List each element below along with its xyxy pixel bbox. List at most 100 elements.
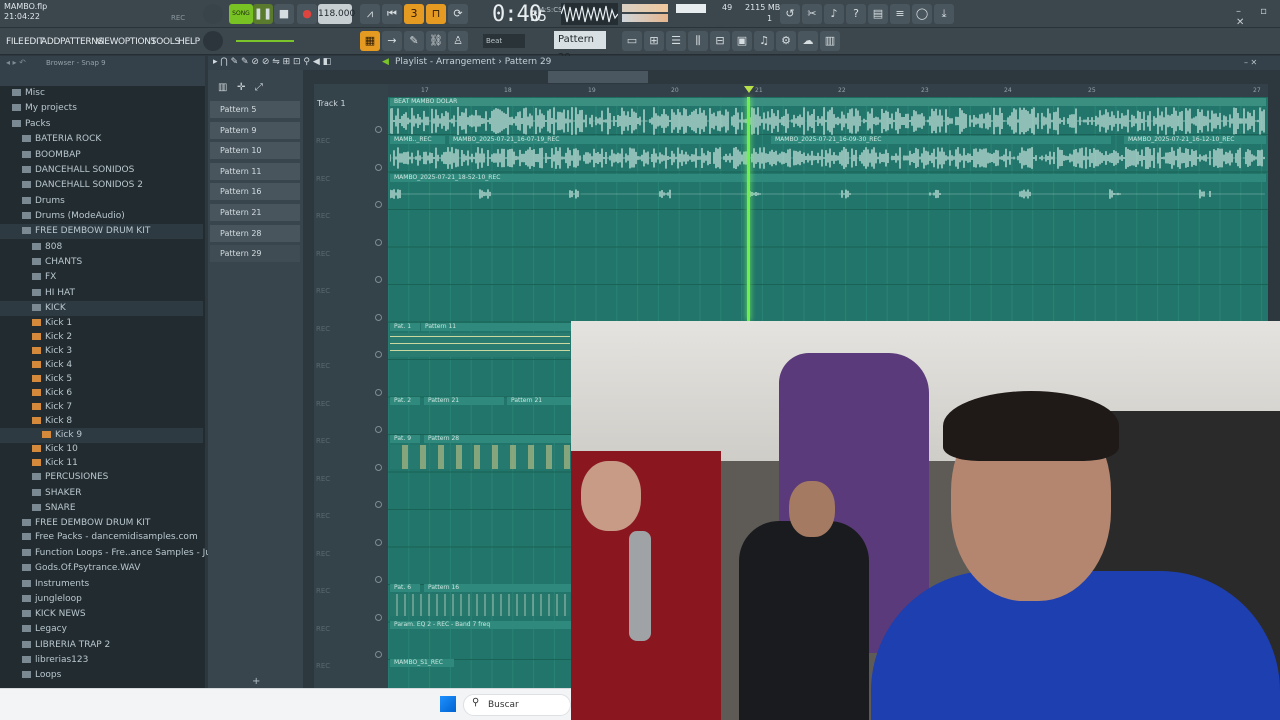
track-mute-icon[interactable] — [375, 238, 382, 246]
browser-item[interactable]: Free Packs - dancemidisamples.com — [0, 530, 203, 545]
mic-icon[interactable]: ♪ — [824, 4, 844, 24]
snap-select[interactable]: Beat — [483, 34, 525, 48]
pat-song-knob[interactable] — [203, 4, 223, 24]
browser-item[interactable]: SNARE — [0, 501, 203, 516]
browser-item[interactable]: FREE DEMBOW DRUM KIT — [0, 516, 203, 531]
browser-item[interactable]: Kick 10 — [0, 442, 203, 457]
clip-pat-b[interactable]: Pattern 11 — [421, 323, 571, 331]
browser-item[interactable]: Kick 7 — [0, 400, 203, 415]
browser-item[interactable]: Kick 6 — [0, 386, 203, 401]
browser-item[interactable]: Instruments — [0, 577, 203, 592]
browser-item[interactable]: KICK NEWS — [0, 607, 203, 622]
browser-item[interactable]: Kick 11 — [0, 456, 203, 471]
pattern-item[interactable]: Pattern 29 — [210, 245, 300, 263]
track-mute-icon[interactable] — [375, 426, 382, 433]
clip-pat-a[interactable]: Pat. 1 — [390, 323, 420, 331]
clip-pat-i[interactable]: Pattern 16 — [424, 584, 571, 592]
pattern-item[interactable]: Pattern 5 — [210, 101, 300, 118]
browser-item[interactable]: DANCEHALL SONIDOS — [0, 163, 203, 178]
link-icon[interactable]: ⛓ — [426, 31, 446, 51]
browser-item[interactable]: Drums — [0, 194, 203, 209]
browser-item[interactable]: FREE DEMBOW DRUM KIT — [0, 224, 203, 239]
track-mute-icon[interactable] — [375, 463, 382, 471]
mixer-view-icon[interactable]: ⫼ — [688, 31, 708, 51]
clip-beat[interactable]: BEAT MAMBO DOLAR — [390, 98, 1266, 106]
channel-rack-icon[interactable]: ☰ — [666, 31, 686, 51]
browser-item[interactable]: SHAKER — [0, 486, 203, 501]
playlist-arrow-icon[interactable]: ◀ — [382, 57, 389, 67]
track-mute-icon[interactable] — [375, 388, 382, 396]
browser-item[interactable]: KICK — [0, 301, 203, 316]
undo-icon[interactable]: ↺ — [780, 4, 800, 24]
countdown-icon[interactable]: 3 — [404, 4, 424, 24]
clip-rec-d[interactable]: MAMBO_2025-07-21_16-12-10_REC — [1124, 136, 1266, 144]
browser-item[interactable]: Function Loops - Fre..ance Samples - Jun… — [0, 546, 237, 561]
browser-item[interactable]: Loops — [0, 668, 203, 683]
track-mute-icon[interactable] — [375, 163, 382, 171]
wait-input-icon[interactable]: ⏮ — [382, 4, 402, 24]
browser-item[interactable]: Packs — [0, 117, 203, 132]
menu-file[interactable]: FILE — [6, 37, 24, 47]
browser-item[interactable]: Gods.Of.Psytrance.WAV — [0, 561, 203, 576]
song-mode-button[interactable]: SONG — [229, 4, 253, 24]
pattern-list-toolbar-icon[interactable]: ▥ ✛ ⤢ — [218, 82, 263, 93]
playhead[interactable] — [747, 97, 750, 321]
track-mute-icon[interactable] — [375, 613, 382, 621]
plugin-db-icon[interactable]: ▣ — [732, 31, 752, 51]
main-volume-knob[interactable] — [203, 31, 223, 51]
browser-item[interactable]: BOOMBAP — [0, 148, 203, 163]
help-icon[interactable]: ? — [846, 4, 866, 24]
cloud-icon[interactable]: ☁ — [798, 31, 818, 51]
store-icon[interactable]: ▥ — [820, 31, 840, 51]
track-mute-icon[interactable] — [375, 201, 382, 208]
clip-automation[interactable]: Param. EQ 2 - REC - Band 7 freq — [390, 621, 571, 629]
save-icon[interactable]: ▤ — [868, 4, 888, 24]
pattern-select[interactable]: Pattern 29 — [554, 31, 606, 63]
track-mute-icon[interactable] — [375, 501, 382, 508]
browser-item[interactable]: Kick 9 — [0, 428, 203, 443]
browser-item[interactable]: CHANTS — [0, 255, 203, 270]
window-controls[interactable]: – ▫ ✕ — [1236, 6, 1280, 28]
browser-item[interactable]: Kick 8 — [0, 414, 203, 429]
clip-rec-a[interactable]: MAMB.._REC — [390, 136, 445, 144]
stamp-icon[interactable]: ♙ — [448, 31, 468, 51]
track-mute-icon[interactable] — [375, 651, 382, 658]
track-mute-icon[interactable] — [375, 351, 382, 358]
stop-button[interactable]: ■ — [274, 4, 294, 24]
browser-item[interactable]: PERCUSIONES — [0, 470, 203, 485]
browser-item[interactable]: Kick 5 — [0, 372, 203, 387]
clip-pat-g[interactable]: Pattern 28 — [424, 435, 571, 443]
clip-pat-c[interactable]: Pat. 2 — [390, 397, 420, 405]
download-icon[interactable]: ⤓ — [934, 4, 954, 24]
clip-mambo-s1[interactable]: MAMBO_S1_REC — [390, 659, 454, 667]
pattern-item[interactable]: Pattern 16 — [210, 183, 300, 201]
master-volume-slider[interactable] — [622, 14, 668, 22]
browser-item[interactable]: HI HAT — [0, 286, 203, 301]
browser-item[interactable]: Drums (ModeAudio) — [0, 209, 203, 224]
browser-item[interactable]: DANCEHALL SONIDOS 2 — [0, 178, 203, 193]
browser-item[interactable]: My projects — [0, 101, 203, 116]
track-1-name[interactable]: Track 1 — [317, 99, 346, 108]
loop-record-icon[interactable]: ⟳ — [448, 4, 468, 24]
browser-item[interactable]: Kick 3 — [0, 344, 203, 359]
clip-pat-e[interactable]: Pattern 21 — [507, 397, 571, 405]
timeline-ruler[interactable] — [388, 84, 1268, 97]
playlist-window-controls[interactable]: – ✕ — [1244, 58, 1257, 67]
track-mute-icon[interactable] — [375, 576, 382, 583]
step-seq-icon[interactable]: ⊞ — [644, 31, 664, 51]
piano-roll-icon[interactable]: ▭ — [622, 31, 642, 51]
browser-item[interactable]: Legacy — [0, 622, 203, 637]
browser-item[interactable]: BATERIA ROCK — [0, 132, 203, 147]
pattern-item[interactable]: Pattern 11 — [210, 162, 300, 180]
browser-arrows-icon[interactable]: ◂ ▸ ↶ — [6, 58, 26, 67]
menu-help[interactable]: HELP — [178, 37, 200, 47]
add-pattern-icon[interactable]: + — [252, 676, 260, 687]
pattern-item[interactable]: Pattern 10 — [210, 142, 300, 160]
menu-tools[interactable]: TOOLS — [151, 37, 180, 47]
menu-view[interactable]: VIEW — [96, 37, 119, 47]
playhead-marker-icon[interactable] — [744, 86, 754, 93]
step-edit-icon[interactable]: ⊓ — [426, 4, 446, 24]
pattern-item[interactable]: Pattern 28 — [210, 224, 300, 242]
browser-item[interactable]: librerias123 — [0, 653, 203, 668]
browser-item[interactable]: LIBRERIA TRAP 2 — [0, 638, 203, 653]
